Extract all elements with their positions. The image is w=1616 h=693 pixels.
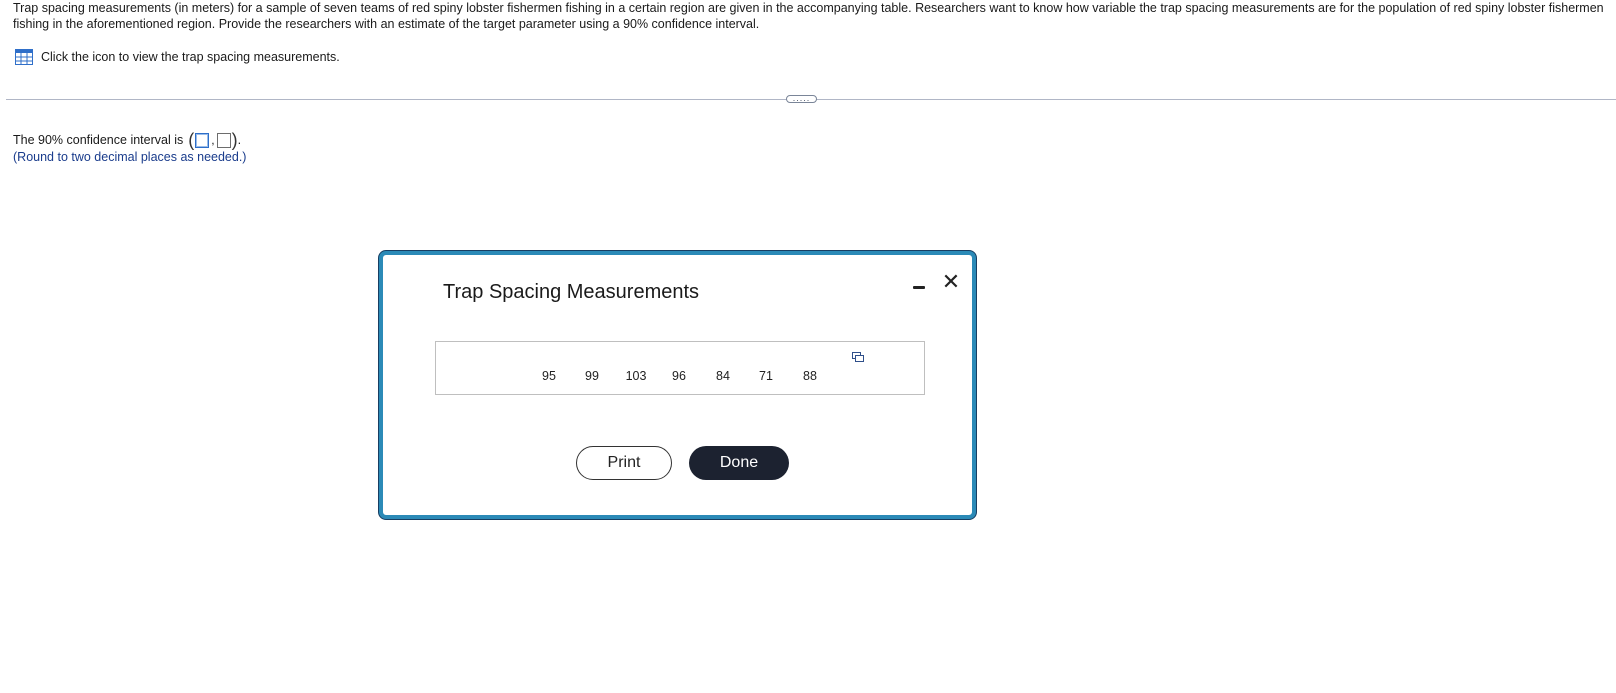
- minimize-icon[interactable]: [912, 278, 926, 292]
- open-paren: (: [188, 130, 195, 150]
- measurements-table: 95 99 103 96 84 71 88: [435, 341, 925, 395]
- copy-icon[interactable]: [852, 352, 864, 362]
- interval-separator: ,: [211, 133, 215, 147]
- table-icon[interactable]: [15, 49, 33, 65]
- answer-prompt: The 90% confidence interval is: [13, 133, 184, 147]
- problem-statement: Trap spacing measurements (in meters) fo…: [13, 1, 1604, 31]
- data-dialog: Trap Spacing Measurements ✕ 95 99 103 96…: [379, 251, 976, 519]
- measurement-cell: 103: [625, 369, 647, 383]
- view-data-text: Click the icon to view the trap spacing …: [41, 50, 340, 64]
- upper-bound-input[interactable]: [216, 132, 231, 148]
- measurement-cell: 71: [759, 369, 773, 383]
- print-button[interactable]: Print: [576, 446, 672, 480]
- end-period: .: [237, 133, 242, 147]
- rounding-note: (Round to two decimal places as needed.): [13, 150, 247, 164]
- measurement-cell: 95: [542, 369, 556, 383]
- view-data-line: Click the icon to view the trap spacing …: [15, 48, 340, 66]
- page: Trap spacing measurements (in meters) fo…: [0, 0, 1616, 693]
- dialog-title: Trap Spacing Measurements: [443, 281, 700, 303]
- lower-bound-input[interactable]: [195, 132, 210, 148]
- expand-more-button[interactable]: .....: [786, 94, 817, 103]
- done-button[interactable]: Done: [689, 446, 789, 480]
- close-icon[interactable]: ✕: [941, 271, 961, 293]
- measurement-cell: 84: [716, 369, 730, 383]
- measurement-cell: 88: [803, 369, 817, 383]
- measurement-cell: 96: [672, 369, 686, 383]
- answer-line: The 90% confidence interval is ( , ) .: [13, 131, 241, 149]
- measurement-cell: 99: [585, 369, 599, 383]
